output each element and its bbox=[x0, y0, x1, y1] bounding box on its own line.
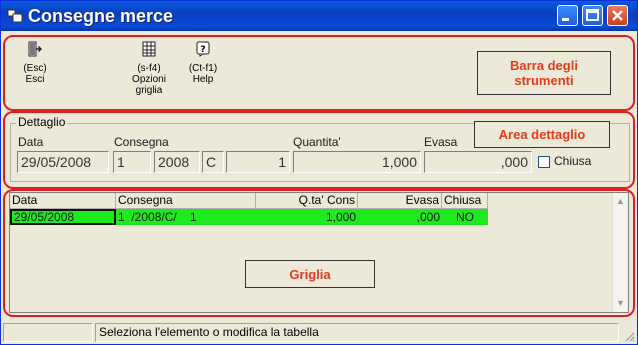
cell-qta[interactable]: 1,000 bbox=[256, 209, 358, 225]
quantita-field[interactable]: 1,000 bbox=[293, 151, 421, 173]
grid-options-icon bbox=[142, 41, 156, 57]
quantita-label: Quantita' bbox=[293, 135, 341, 149]
evasa-field[interactable]: ,000 bbox=[424, 151, 532, 173]
consegna-label: Consegna bbox=[114, 135, 169, 149]
consegna-num-field[interactable]: 1 bbox=[113, 151, 151, 173]
cell-data[interactable]: 29/05/2008 bbox=[10, 209, 116, 225]
toolbar-grid-options-label: Opzioni griglia bbox=[132, 74, 166, 96]
grid-annotation-text: Griglia bbox=[289, 266, 331, 282]
cell-evasa[interactable]: ,000 bbox=[358, 209, 442, 225]
toolbar-exit-key: (Esc) bbox=[23, 63, 47, 74]
data-label: Data bbox=[18, 135, 44, 149]
status-message: Seleziona l'elemento o modifica la tabel… bbox=[95, 323, 619, 342]
chiusa-checkbox[interactable] bbox=[538, 156, 550, 168]
exit-icon bbox=[28, 41, 42, 57]
toolbar-help-key: (Ct-f1) bbox=[188, 63, 218, 74]
scroll-down-icon[interactable]: ▼ bbox=[613, 296, 628, 311]
title-bar[interactable]: Consegne merce bbox=[1, 1, 637, 31]
evasa-label: Evasa bbox=[424, 135, 458, 149]
help-icon: ? bbox=[196, 41, 210, 57]
data-grid[interactable]: Data Consegna Q.ta' Cons Evasa Chiusa 29… bbox=[9, 192, 629, 313]
table-row[interactable]: 29/05/2008 1 /2008/C/ 1 1,000 ,000 NO bbox=[10, 209, 488, 225]
chiusa-label: Chiusa bbox=[554, 154, 592, 168]
maximize-icon bbox=[586, 9, 599, 21]
close-icon bbox=[612, 10, 623, 21]
consegna-anno-field[interactable]: 2008 bbox=[154, 151, 200, 173]
status-bar: Seleziona l'elemento o modifica la tabel… bbox=[1, 321, 637, 344]
detail-annotation-text: Area dettaglio bbox=[498, 127, 586, 142]
status-pane-left bbox=[3, 323, 93, 342]
toolbar-grid-options-key: (s-f4) bbox=[137, 63, 161, 74]
cell-consegna[interactable]: 1 /2008/C/ 1 bbox=[116, 209, 256, 225]
toolbar-help-label: Help bbox=[192, 74, 214, 85]
close-button[interactable] bbox=[607, 5, 628, 26]
column-header-consegna[interactable]: Consegna bbox=[116, 193, 256, 209]
grid-annotation: Griglia bbox=[245, 260, 375, 288]
toolbar-grid-options-button[interactable]: (s-f4) Opzioni griglia bbox=[123, 41, 175, 96]
toolbar-annotation-text: Barra degli strumenti bbox=[510, 58, 578, 88]
grid-vertical-scrollbar[interactable]: ▲ ▼ bbox=[612, 193, 628, 312]
detail-legend: Dettaglio bbox=[16, 115, 68, 129]
column-header-qta[interactable]: Q.ta' Cons bbox=[256, 193, 358, 209]
toolbar-exit-button[interactable]: (Esc) Esci bbox=[15, 41, 55, 85]
column-header-data[interactable]: Data bbox=[10, 193, 116, 209]
resize-grip-icon[interactable] bbox=[623, 330, 635, 342]
svg-text:?: ? bbox=[200, 45, 205, 55]
data-field[interactable]: 29/05/2008 bbox=[17, 151, 109, 173]
window: Consegne merce (Esc) Esci (s-f4) Opzioni… bbox=[0, 0, 638, 345]
toolbar-annotation: Barra degli strumenti bbox=[477, 51, 611, 95]
column-header-chiusa[interactable]: Chiusa bbox=[442, 193, 488, 209]
minimize-button[interactable] bbox=[557, 5, 578, 26]
maximize-button[interactable] bbox=[582, 5, 603, 26]
toolbar-exit-label: Esci bbox=[25, 74, 45, 85]
window-title: Consegne merce bbox=[28, 6, 174, 26]
consegna-riga-field[interactable]: 1 bbox=[226, 151, 290, 173]
consegna-tipo-field[interactable]: C bbox=[202, 151, 224, 173]
scroll-up-icon[interactable]: ▲ bbox=[613, 194, 628, 209]
app-icon bbox=[7, 9, 23, 23]
column-header-evasa[interactable]: Evasa bbox=[358, 193, 442, 209]
cell-chiusa[interactable]: NO bbox=[442, 209, 488, 225]
minimize-icon bbox=[562, 18, 569, 21]
toolbar-help-button[interactable]: ? (Ct-f1) Help bbox=[183, 41, 223, 85]
detail-annotation: Area dettaglio bbox=[474, 121, 610, 148]
